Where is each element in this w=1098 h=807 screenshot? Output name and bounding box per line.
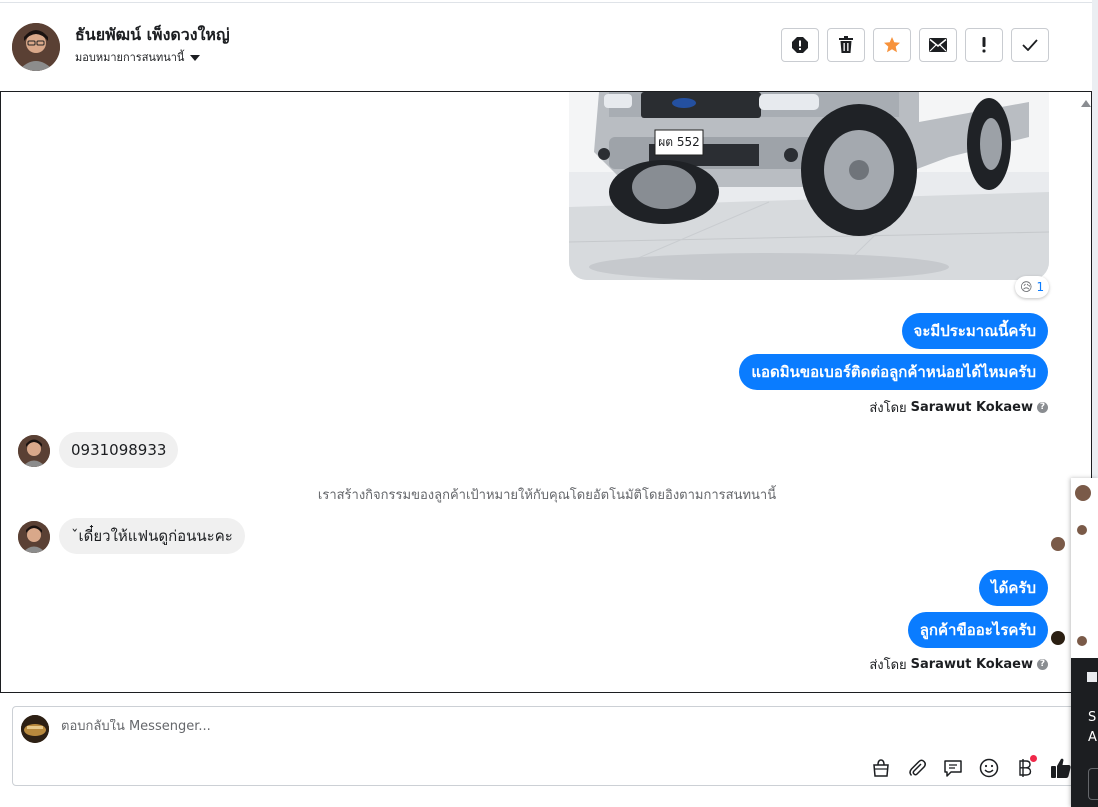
- help-icon[interactable]: ?: [1037, 659, 1048, 670]
- emoji-icon: [979, 758, 999, 778]
- page-seen-avatar: [1051, 631, 1065, 645]
- panel-dark-card: S A: [1071, 658, 1098, 807]
- delete-button[interactable]: [827, 28, 865, 62]
- scroll-up-arrow-icon[interactable]: [1081, 100, 1091, 107]
- panel-text: S: [1088, 710, 1097, 725]
- side-chat-panel[interactable]: S A: [1071, 478, 1098, 807]
- star-icon: [884, 37, 900, 53]
- outgoing-message[interactable]: จะมีประมาณนี้ครับ: [901, 313, 1048, 349]
- calendar-icon: [1087, 672, 1097, 682]
- panel-mini-avatar: [1077, 636, 1087, 646]
- mail-icon: [929, 38, 947, 52]
- payment-icon: [1019, 759, 1032, 777]
- reaction-count: 1: [1036, 280, 1045, 294]
- contact-name: ธันยพัฒน์ เพ็งดวงใหญ่: [75, 25, 230, 44]
- saved-replies-button[interactable]: [940, 755, 966, 781]
- contact-avatar[interactable]: [12, 23, 60, 71]
- incoming-message[interactable]: 0931098933: [59, 432, 179, 468]
- sent-by-prefix: ส่งโดย: [869, 401, 907, 416]
- panel-text: A: [1088, 730, 1097, 745]
- message-thread[interactable]: ผต 552 😥 1 จะมีประมาณนี้ครับ แอดมินขอเบอ…: [0, 91, 1092, 693]
- composer-actions: [868, 755, 1074, 781]
- mark-done-button[interactable]: [1011, 28, 1049, 62]
- sent-by-label: ส่งโดย Sarawut Kokaew ?: [869, 397, 1048, 418]
- emoji-button[interactable]: [976, 755, 1002, 781]
- reaction-badge[interactable]: 😥 1: [1015, 276, 1050, 298]
- contact-avatar-small[interactable]: [18, 435, 50, 467]
- star-button[interactable]: [873, 28, 911, 62]
- saved-reply-icon: [944, 760, 962, 777]
- outgoing-message[interactable]: ได้ครับ: [979, 570, 1048, 606]
- inbox-app: ธันยพัฒน์ เพ็งดวงใหญ่ มอบหมายการสนทนานี้: [0, 0, 1092, 807]
- help-icon[interactable]: ?: [1037, 402, 1048, 413]
- panel-button[interactable]: [1088, 768, 1098, 800]
- spam-alert-icon: [792, 37, 808, 53]
- conversation-header: ธันยพัฒน์ เพ็งดวงใหญ่ มอบหมายการสนทนานี้: [0, 3, 1092, 91]
- seen-by-avatar: [1051, 537, 1065, 551]
- outgoing-message[interactable]: ลูกค้าขืออะไรครับ: [907, 612, 1048, 648]
- reply-input[interactable]: [61, 719, 661, 734]
- car-photo-attachment[interactable]: ผต 552: [569, 92, 1049, 280]
- incoming-message[interactable]: ˇเดี๋ยวให้แฟนดูก่อนนะคะ: [59, 518, 245, 554]
- panel-avatar: [1075, 485, 1091, 501]
- notification-dot: [1030, 755, 1037, 762]
- shop-icon: [873, 759, 889, 777]
- attachment-icon: [909, 759, 926, 777]
- payment-button[interactable]: [1012, 755, 1038, 781]
- follow-up-button[interactable]: [965, 28, 1003, 62]
- license-plate-text: ผต 552: [658, 135, 700, 149]
- trash-icon: [839, 36, 853, 53]
- check-icon: [1022, 39, 1038, 51]
- sent-by-label: ส่งโดย Sarawut Kokaew ?: [869, 654, 1048, 675]
- sad-reaction-icon: 😥: [1020, 280, 1033, 294]
- reply-composer: [12, 706, 1080, 786]
- sender-name: Sarawut Kokaew: [910, 400, 1033, 415]
- assign-label: มอบหมายการสนทนานี้: [75, 51, 185, 64]
- system-message: เราสร้างกิจกรรมของลูกค้าเป้าหมายให้กับคุ…: [317, 488, 777, 503]
- contact-avatar-small[interactable]: [18, 521, 50, 553]
- attach-button[interactable]: [904, 755, 930, 781]
- conversation-toolbar: [781, 28, 1049, 62]
- like-icon: [1051, 758, 1071, 778]
- panel-mini-avatar: [1077, 525, 1087, 535]
- mark-unread-button[interactable]: [919, 28, 957, 62]
- follow-up-icon: [982, 37, 986, 53]
- assign-conversation-dropdown[interactable]: มอบหมายการสนทนานี้: [75, 48, 201, 66]
- outgoing-message[interactable]: แอดมินขอเบอร์ติดต่อลูกค้าหน่อยได้ไหมครับ: [739, 354, 1048, 390]
- caret-down-icon: [190, 55, 201, 61]
- page-avatar: [21, 715, 49, 743]
- mark-spam-button[interactable]: [781, 28, 819, 62]
- sent-by-prefix: ส่งโดย: [869, 658, 907, 673]
- shop-button[interactable]: [868, 755, 894, 781]
- sender-name: Sarawut Kokaew: [910, 657, 1033, 672]
